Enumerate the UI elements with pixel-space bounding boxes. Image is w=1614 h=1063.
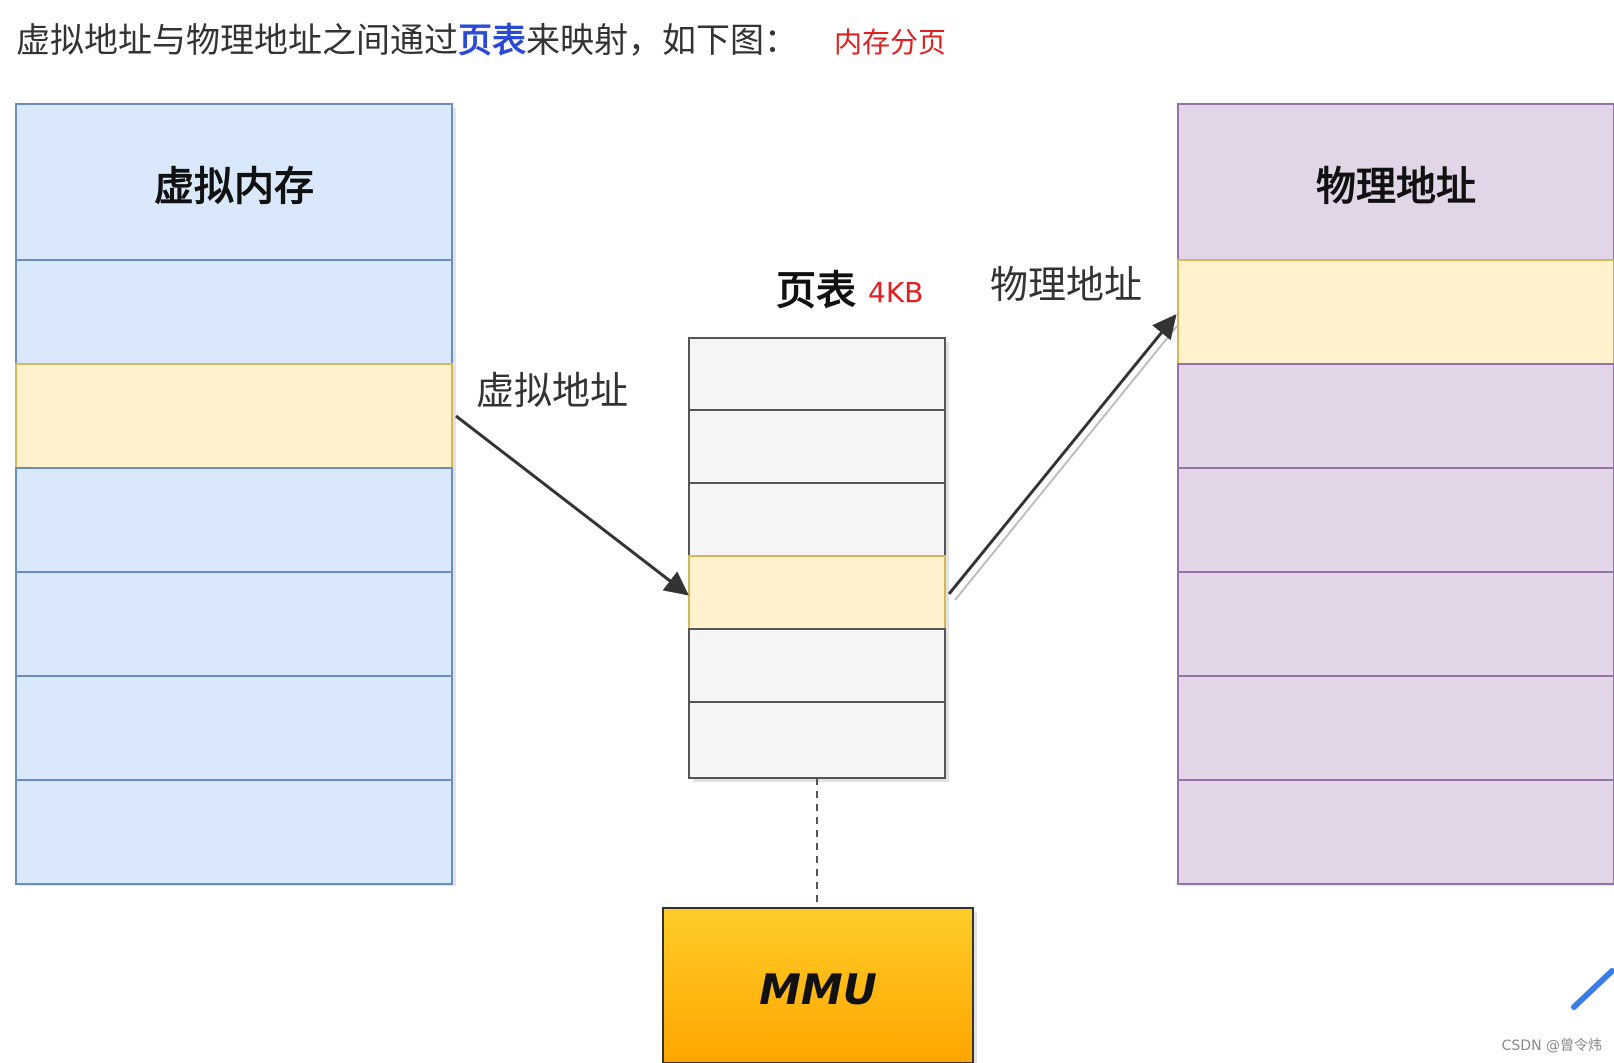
mmu-label: MMU <box>759 965 877 1014</box>
physical-memory-row <box>1177 779 1614 885</box>
physical-address-arrow <box>947 314 1177 595</box>
page-size-label: 4KB <box>868 276 923 309</box>
virtual-memory-column: 虚拟内存 <box>15 103 456 886</box>
virtual-memory-title: 虚拟内存 <box>154 164 314 210</box>
page-table-row <box>688 482 946 557</box>
virtual-memory-row <box>15 675 453 781</box>
page-table-row <box>688 628 946 703</box>
virtual-memory-row-highlighted <box>15 363 453 469</box>
page-table-row-highlighted <box>688 555 946 630</box>
physical-memory-column: 物理地址 <box>1177 103 1614 886</box>
physical-memory-row <box>1177 363 1614 469</box>
watermark: CSDN @曾令炜 <box>1501 1038 1602 1054</box>
page-table-row <box>688 337 946 411</box>
physical-memory-row <box>1177 467 1614 573</box>
physical-address-arrow-shadow <box>954 325 1178 601</box>
virtual-address-label: 虚拟地址 <box>476 369 628 413</box>
physical-memory-title: 物理地址 <box>1316 164 1476 210</box>
page-table-row <box>688 701 946 779</box>
virtual-memory-row <box>15 779 453 885</box>
mmu-block: MMU <box>662 907 977 1063</box>
paging-diagram: 虚拟内存 物理地址 页表 4KB 虚拟地址 物理地址 MMU <box>15 103 1614 1063</box>
page-table-title: 页表 <box>776 268 856 314</box>
physical-memory-row-highlighted <box>1177 259 1614 365</box>
virtual-memory-row <box>15 571 453 677</box>
virtual-memory-row <box>15 467 453 573</box>
physical-address-label: 物理地址 <box>990 263 1142 307</box>
virtual-address-arrow <box>455 414 689 596</box>
virtual-memory-row <box>15 259 453 365</box>
physical-memory-row <box>1177 675 1614 781</box>
page-table: 页表 4KB <box>688 268 949 782</box>
scroll-to-top-icon[interactable] <box>1566 967 1614 1015</box>
page-table-row <box>688 409 946 484</box>
physical-memory-row <box>1177 571 1614 677</box>
